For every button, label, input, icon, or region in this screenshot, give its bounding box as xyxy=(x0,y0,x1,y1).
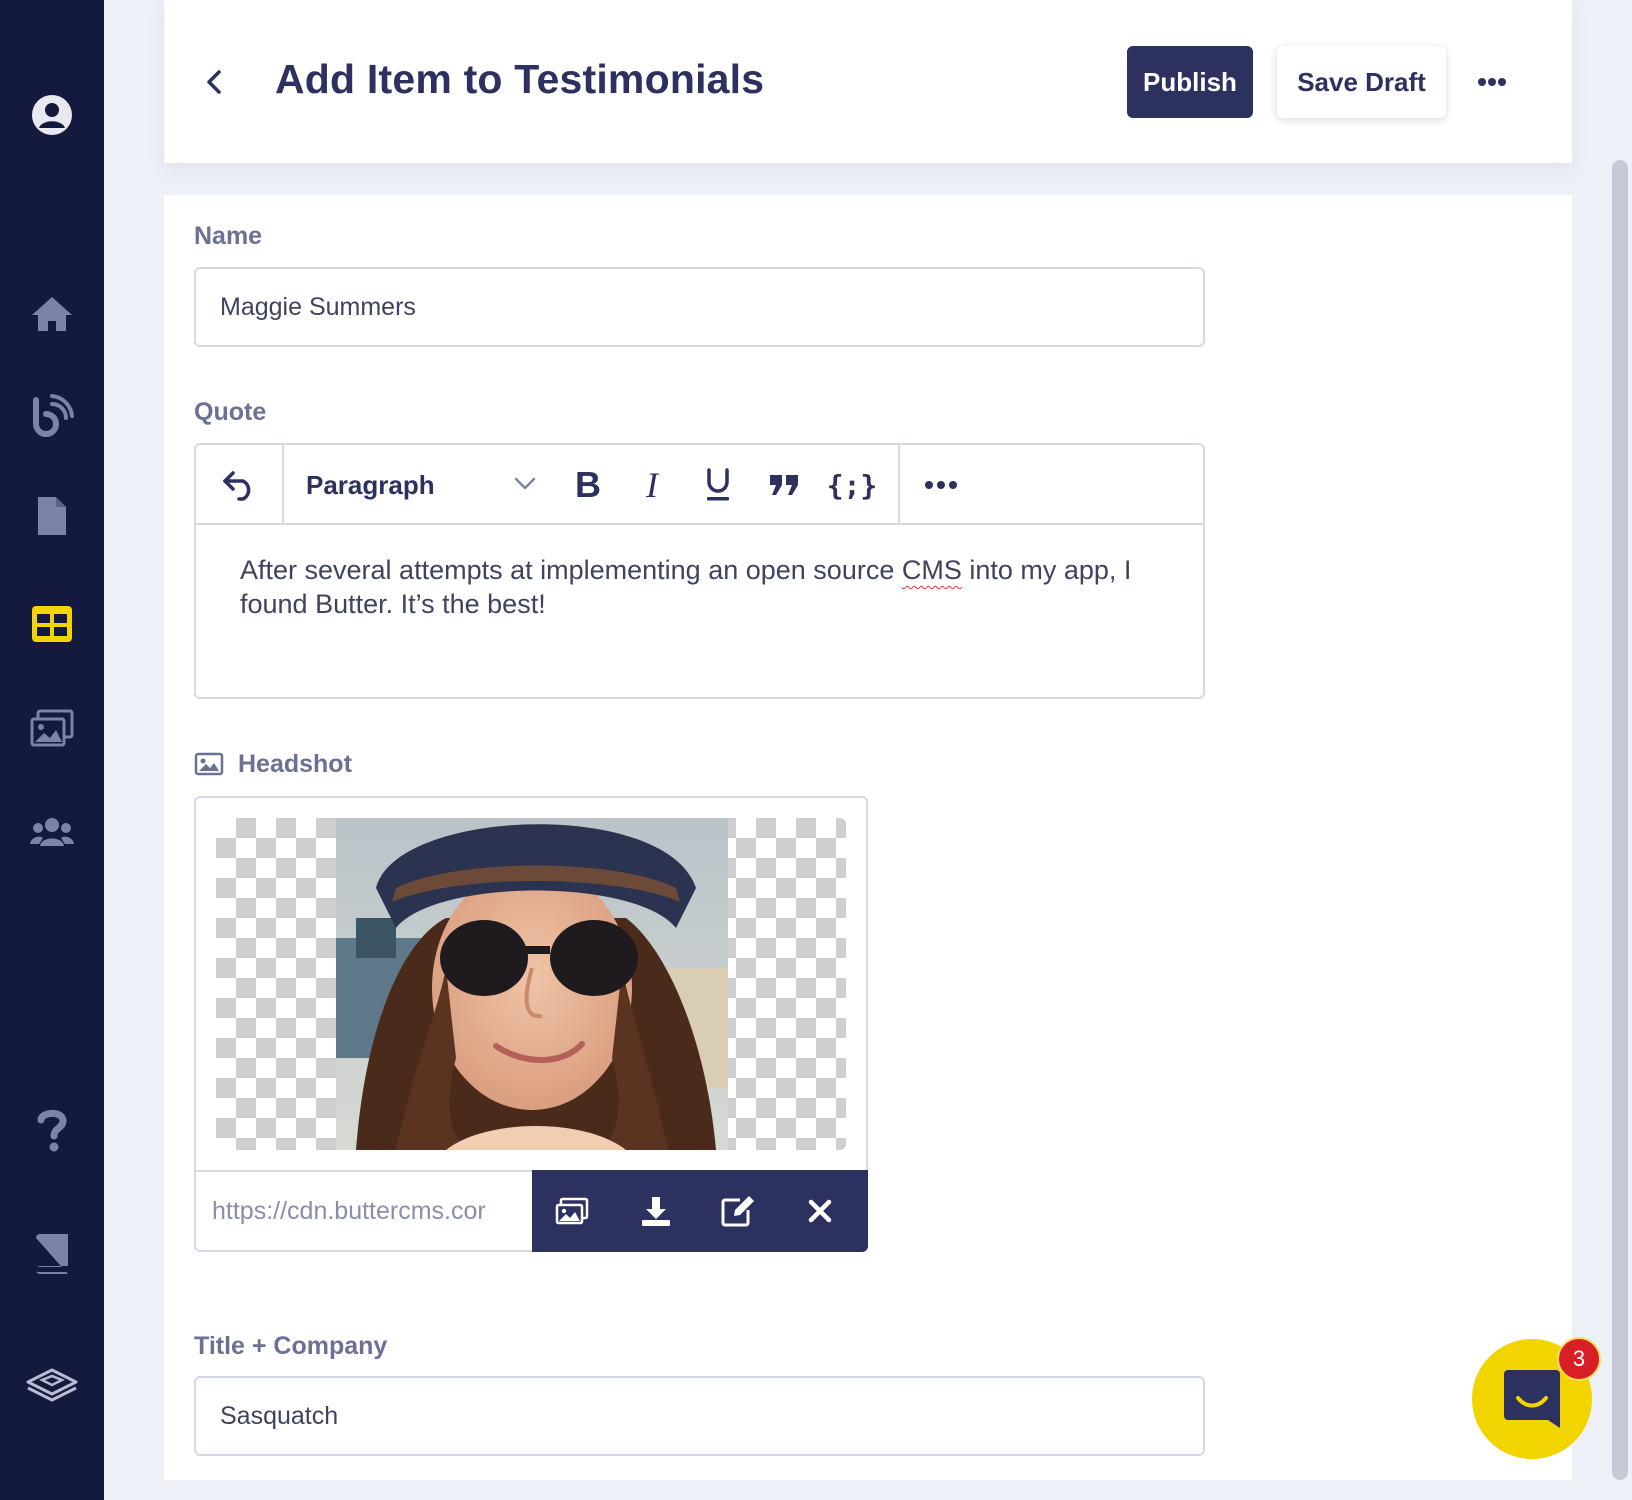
download-icon xyxy=(642,1197,670,1226)
image-actions xyxy=(532,1170,868,1252)
undo-button[interactable] xyxy=(214,463,264,507)
save-draft-button[interactable]: Save Draft xyxy=(1277,46,1446,118)
underline-button[interactable] xyxy=(696,463,740,507)
quote-text-part: After several attempts at implementing a… xyxy=(240,555,902,585)
name-input[interactable]: Maggie Summers xyxy=(194,267,1205,347)
chevron-down-icon xyxy=(514,477,536,490)
notification-badge: 3 xyxy=(1557,1337,1601,1381)
underline-icon xyxy=(707,468,729,501)
publish-button[interactable]: Publish xyxy=(1127,46,1253,118)
quote-editor: Paragraph B I {;} After several attempts… xyxy=(194,443,1205,699)
quote-label: Quote xyxy=(194,398,267,426)
code-icon: {;} xyxy=(826,468,878,502)
edit-icon xyxy=(721,1196,754,1227)
editor-toolbar: Paragraph B I {;} xyxy=(196,445,1203,525)
blockquote-button[interactable] xyxy=(762,463,806,507)
users-icon[interactable] xyxy=(0,814,104,850)
misspelled-word: CMS xyxy=(901,555,962,585)
code-button[interactable]: {;} xyxy=(826,463,878,507)
sidebar xyxy=(0,0,104,1500)
image-field-icon xyxy=(194,752,224,776)
toolbar-divider xyxy=(282,445,284,523)
more-options-button[interactable] xyxy=(1472,62,1512,102)
avatar-icon[interactable] xyxy=(0,90,104,140)
more-tools-button[interactable] xyxy=(916,463,966,507)
image-url-input[interactable]: https://cdn.buttercms.cor xyxy=(196,1170,532,1250)
scrollbar[interactable] xyxy=(1612,160,1628,1480)
remove-icon xyxy=(808,1199,832,1223)
media-icon[interactable] xyxy=(0,708,104,748)
bold-button[interactable]: B xyxy=(566,463,610,507)
italic-icon: I xyxy=(646,465,658,505)
image-preview[interactable] xyxy=(216,818,846,1150)
format-select-value: Paragraph xyxy=(306,469,435,500)
download-button[interactable] xyxy=(634,1189,678,1233)
bold-icon: B xyxy=(575,464,601,505)
blockquote-icon xyxy=(770,475,798,495)
name-label: Name xyxy=(194,222,263,250)
chat-icon xyxy=(1504,1370,1560,1428)
page-icon[interactable] xyxy=(0,494,104,538)
chevron-left-icon xyxy=(207,70,221,94)
undo-icon xyxy=(223,471,251,501)
toolbar-divider xyxy=(898,445,900,523)
collections-icon[interactable] xyxy=(0,604,104,644)
title-company-label: Title + Company xyxy=(194,1332,388,1360)
back-button[interactable] xyxy=(200,66,228,98)
media-library-icon xyxy=(555,1197,589,1225)
help-icon[interactable] xyxy=(0,1106,104,1154)
home-icon[interactable] xyxy=(0,292,104,336)
edit-image-button[interactable] xyxy=(716,1189,760,1233)
headshot-label: Headshot xyxy=(238,750,352,778)
blog-icon[interactable] xyxy=(0,394,104,438)
title-company-input[interactable]: Sasquatch xyxy=(194,1376,1205,1456)
page-title: Add Item to Testimonials xyxy=(275,56,765,102)
quote-text[interactable]: After several attempts at implementing a… xyxy=(240,553,1160,621)
more-horizontal-icon xyxy=(925,481,957,489)
headshot-field: https://cdn.buttercms.cor xyxy=(194,796,868,1252)
italic-button[interactable]: I xyxy=(630,463,674,507)
media-library-button[interactable] xyxy=(550,1189,594,1233)
docs-icon[interactable] xyxy=(0,1232,104,1276)
remove-image-button[interactable] xyxy=(798,1189,842,1233)
headshot-photo xyxy=(336,818,728,1150)
more-horizontal-icon xyxy=(1478,78,1506,86)
logo-icon[interactable] xyxy=(0,1366,104,1406)
format-select[interactable]: Paragraph xyxy=(306,463,546,507)
